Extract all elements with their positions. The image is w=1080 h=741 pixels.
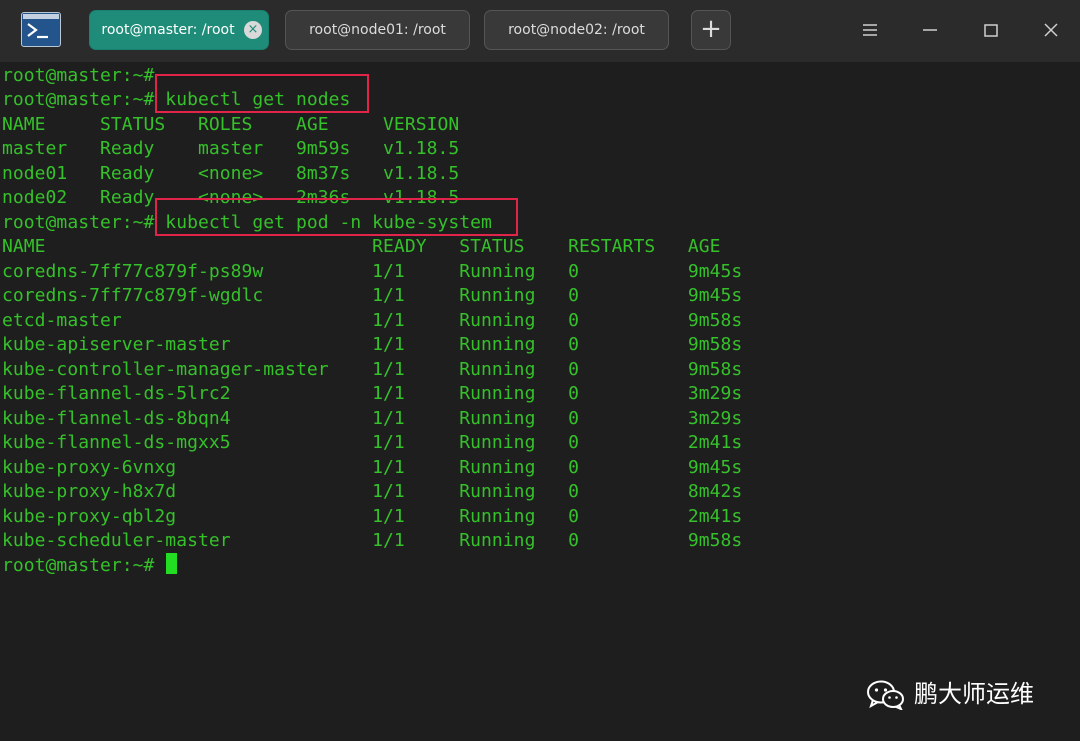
terminal-line: NAME READY STATUS RESTARTS AGE xyxy=(2,236,721,257)
terminal-cursor xyxy=(166,553,177,574)
tab-master-label: root@master: /root xyxy=(101,22,235,38)
terminal-line: root@master:~# xyxy=(2,65,155,86)
tab-node01[interactable]: root@node01: /root xyxy=(285,10,470,50)
terminal-line: kube-proxy-qbl2g 1/1 Running 0 2m41s xyxy=(2,506,743,527)
wechat-icon xyxy=(867,680,904,710)
tab-master[interactable]: root@master: /root × xyxy=(89,10,269,50)
terminal-line: kube-flannel-ds-8bqn4 1/1 Running 0 3m29… xyxy=(2,408,743,429)
plus-icon: + xyxy=(700,14,722,44)
terminal-line: NAME STATUS ROLES AGE VERSION xyxy=(2,114,460,135)
maximize-icon xyxy=(984,24,998,37)
terminal-prompt-line: root@master:~# xyxy=(2,555,166,576)
hamburger-menu-icon xyxy=(863,24,877,36)
terminal-line: master Ready master 9m59s v1.18.5 xyxy=(2,138,460,159)
terminal-window: root@master: /root × root@node01: /root … xyxy=(0,0,1080,741)
terminal-line: node01 Ready <none> 8m37s v1.18.5 xyxy=(2,163,460,184)
terminal-line: kube-flannel-ds-5lrc2 1/1 Running 0 3m29… xyxy=(2,383,743,404)
highlight-box-get-nodes xyxy=(155,74,369,113)
terminal-line: etcd-master 1/1 Running 0 9m58s xyxy=(2,310,743,331)
minimize-icon xyxy=(923,29,937,31)
highlight-box-get-pods xyxy=(155,198,518,236)
terminal-line: kube-scheduler-master 1/1 Running 0 9m58… xyxy=(2,530,743,551)
terminal-line: coredns-7ff77c879f-ps89w 1/1 Running 0 9… xyxy=(2,261,743,282)
watermark-text: 鹏大师运维 xyxy=(914,680,1034,708)
close-button[interactable] xyxy=(1039,18,1063,42)
terminal-app-icon xyxy=(21,12,61,47)
terminal-line: kube-proxy-h8x7d 1/1 Running 0 8m42s xyxy=(2,481,743,502)
new-tab-button[interactable]: + xyxy=(691,10,731,50)
terminal-line: kube-apiserver-master 1/1 Running 0 9m58… xyxy=(2,334,743,355)
terminal-output[interactable]: root@master:~# root@master:~# kubectl ge… xyxy=(0,62,1080,741)
menu-button[interactable] xyxy=(858,18,882,42)
minimize-button[interactable] xyxy=(918,18,942,42)
tab-node01-label: root@node01: /root xyxy=(309,22,446,38)
terminal-line: kube-flannel-ds-mgxx5 1/1 Running 0 2m41… xyxy=(2,432,743,453)
terminal-line: kube-controller-manager-master 1/1 Runni… xyxy=(2,359,743,380)
tab-close-icon[interactable]: × xyxy=(244,21,262,39)
tab-node02-label: root@node02: /root xyxy=(508,22,645,38)
tab-node02[interactable]: root@node02: /root xyxy=(484,10,669,50)
close-icon xyxy=(1044,23,1058,37)
title-bar: root@master: /root × root@node01: /root … xyxy=(0,0,1080,62)
maximize-button[interactable] xyxy=(979,18,1003,42)
terminal-line: coredns-7ff77c879f-wgdlc 1/1 Running 0 9… xyxy=(2,285,743,306)
terminal-line: kube-proxy-6vnxg 1/1 Running 0 9m45s xyxy=(2,457,743,478)
